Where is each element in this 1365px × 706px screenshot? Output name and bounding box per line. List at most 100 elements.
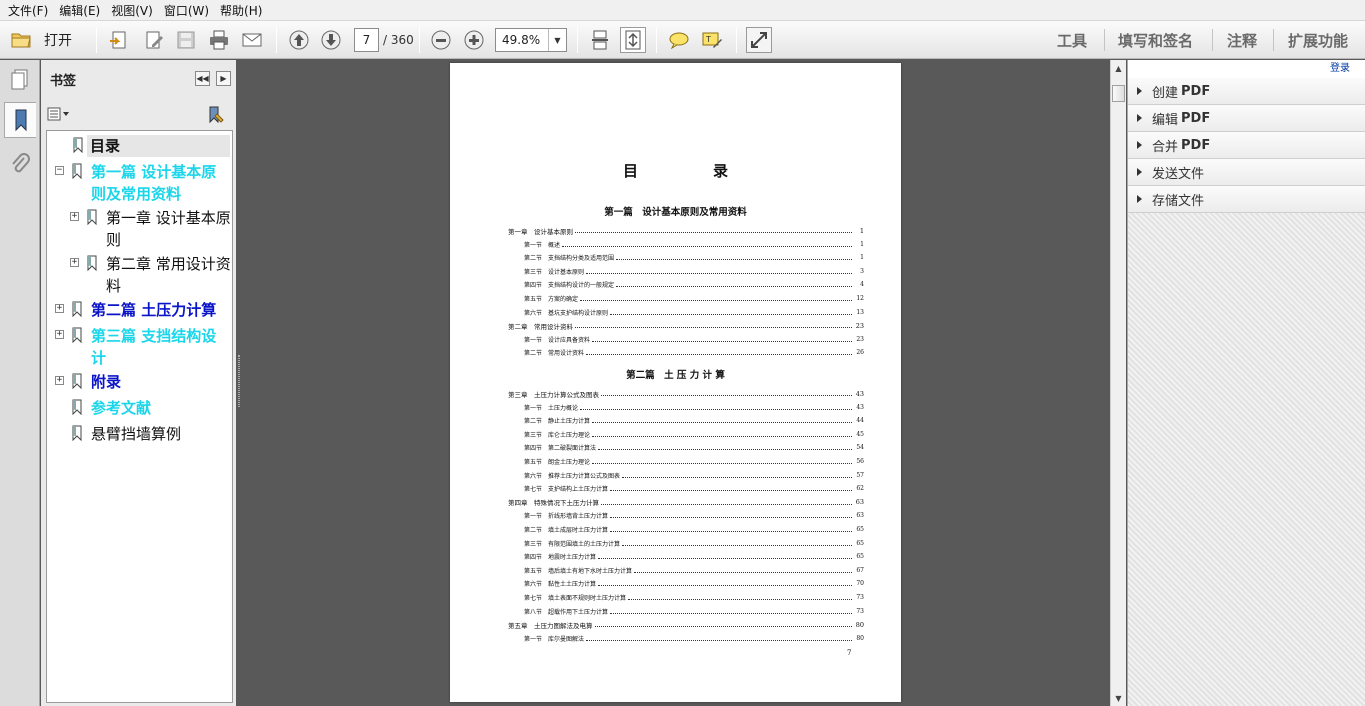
bookmark-item-contents[interactable]: 目录: [73, 135, 230, 157]
bookmark-item-example[interactable]: 悬臂挡墙算例: [47, 423, 232, 445]
tools-item[interactable]: 存储文件: [1128, 186, 1365, 213]
bookmark-item-chapter2[interactable]: + 第二章 常用设计资 料: [62, 253, 232, 297]
bookmark-icon: [73, 137, 83, 153]
toc-entry[interactable]: 第五节 方案的确定 12: [524, 292, 864, 305]
open-button[interactable]: 打开: [44, 30, 72, 50]
scroll-down-icon[interactable]: ▼: [1111, 690, 1126, 706]
save-icon[interactable]: [173, 27, 199, 53]
collapse-panel-icon[interactable]: ◀◀: [195, 71, 210, 86]
bookmark-item-chapter1[interactable]: + 第一章 设计基本原 则: [62, 207, 232, 251]
toc-entry[interactable]: 第八节 超载作用下土压力计算 73: [524, 605, 864, 618]
splitter-grip[interactable]: [238, 355, 240, 407]
expand-toggle[interactable]: +: [55, 304, 64, 313]
toc-entry[interactable]: 第三章 土压力计算公式及图表 43: [508, 387, 864, 400]
toc-entry[interactable]: 第二节 支挡结构分类及适用范围 1: [524, 251, 864, 264]
zoom-out-icon[interactable]: [428, 27, 454, 53]
menu-view[interactable]: 视图(V): [107, 2, 157, 19]
attachments-icon[interactable]: [4, 146, 36, 182]
toc-entry[interactable]: 第三节 库仑土压力理论 45: [524, 428, 864, 441]
menu-edit[interactable]: 编辑(E): [55, 2, 104, 19]
toc-entry[interactable]: 第一节 折线形墙背土压力计算 63: [524, 509, 864, 522]
open-folder-icon[interactable]: [8, 27, 34, 53]
menu-window[interactable]: 窗口(W): [160, 2, 213, 19]
bookmark-item-part1[interactable]: − 第一篇 设计基本原 则及常用资料: [47, 161, 232, 205]
full-screen-icon[interactable]: [746, 27, 772, 53]
toc-entry-page: 4: [860, 281, 864, 289]
menu-file[interactable]: 文件(F): [4, 2, 52, 19]
comment-icon[interactable]: [666, 27, 692, 53]
previous-page-icon[interactable]: [286, 27, 312, 53]
toc-entry-title: 第一节 库尔曼图解法: [524, 635, 585, 643]
toc-entry[interactable]: 第四章 特殊情况下土压力计算 63: [508, 496, 864, 509]
toc-entry[interactable]: 第四节 第二破裂面计算法 54: [524, 441, 864, 454]
page-number-input[interactable]: 7: [354, 28, 379, 52]
tools-link[interactable]: 工具: [1057, 30, 1087, 51]
print-icon[interactable]: [206, 27, 232, 53]
toc-entry[interactable]: 第一节 土压力概论 43: [524, 401, 864, 414]
bookmark-options-icon[interactable]: [47, 106, 72, 122]
toc-entry[interactable]: 第一节 概述 1: [524, 238, 864, 251]
toc-entry[interactable]: 第六节 黏性土土压力计算 70: [524, 577, 864, 590]
edit-document-icon[interactable]: [141, 27, 167, 53]
toc-entry[interactable]: 第二节 填土成层时土压力计算 65: [524, 523, 864, 536]
document-page: 目 录 第一篇 设计基本原则及常用资料 第一章 设计基本原则 1 第一节 概述 1 第二…: [450, 63, 901, 702]
collapse-toggle[interactable]: −: [55, 166, 64, 175]
page-thumbnails-icon[interactable]: [4, 62, 36, 98]
toc-entry[interactable]: 第一章 设计基本原则 1: [508, 224, 864, 237]
toc-entry[interactable]: 第二章 常用设计资料 23: [508, 319, 864, 332]
login-link[interactable]: 登录: [1128, 60, 1365, 78]
expand-toggle[interactable]: +: [70, 258, 79, 267]
bookmark-item-appendix[interactable]: + 附录: [47, 371, 232, 393]
toc-entry[interactable]: 第二节 静止土压力计算 44: [524, 414, 864, 427]
toc-entry[interactable]: 第七节 支护结构上土压力计算 62: [524, 482, 864, 495]
fill-sign-link[interactable]: 填写和签名: [1118, 30, 1193, 51]
new-bookmark-icon[interactable]: [206, 106, 226, 124]
zoom-select[interactable]: 49.8% ▼: [495, 28, 567, 52]
toc-entry[interactable]: 第六节 推荐土压力计算公式及图表 57: [524, 469, 864, 482]
toc-entry-page: 57: [856, 471, 864, 479]
bookmark-item-part2[interactable]: + 第二篇 土压力计算: [47, 299, 232, 321]
toc-entry[interactable]: 第三节 设计基本原则 3: [524, 265, 864, 278]
vertical-scrollbar[interactable]: ▲ ▼: [1110, 60, 1126, 706]
bookmark-icon: [72, 425, 82, 441]
toc-entry[interactable]: 第七节 填土表面不规则时土压力计算 73: [524, 591, 864, 604]
toc-entry[interactable]: 第四节 支挡结构设计的一般规定 4: [524, 278, 864, 291]
toc-dot-leader: [592, 435, 852, 437]
tools-item[interactable]: 创建 PDF: [1128, 78, 1365, 105]
scroll-up-icon[interactable]: ▲: [1111, 60, 1126, 76]
highlight-text-icon[interactable]: T: [699, 27, 725, 53]
toc-entry-title: 第三节 设计基本原则: [524, 268, 585, 276]
bookmark-item-part3[interactable]: + 第三篇 支挡结构设 计: [47, 325, 232, 369]
toc-entry[interactable]: 第五节 朗金土压力理论 56: [524, 455, 864, 468]
toc-entry[interactable]: 第一节 设计应具备资料 23: [524, 333, 864, 346]
toc-entry[interactable]: 第三节 有限范围填土的土压力计算 65: [524, 537, 864, 550]
next-page-icon[interactable]: [318, 27, 344, 53]
expand-panel-icon[interactable]: ▶: [216, 71, 231, 86]
expand-toggle[interactable]: +: [70, 212, 79, 221]
tools-item[interactable]: 编辑 PDF: [1128, 105, 1365, 132]
toc-entry[interactable]: 第六节 基坑支护结构设计原则 13: [524, 306, 864, 319]
toc-entry[interactable]: 第五节 墙后填土有地下水时土压力计算 67: [524, 564, 864, 577]
bookmarks-panel-icon[interactable]: [4, 102, 36, 138]
expand-toggle[interactable]: +: [55, 330, 64, 339]
toc-entry[interactable]: 第二节 常用设计资料 26: [524, 346, 864, 359]
toolbar-divider: [1104, 29, 1105, 51]
toc-entry-page: 12: [856, 295, 864, 302]
tools-item[interactable]: 发送文件: [1128, 159, 1365, 186]
email-icon[interactable]: [239, 27, 265, 53]
bookmark-item-references[interactable]: 参考文献: [47, 397, 232, 419]
tools-item[interactable]: 合并 PDF: [1128, 132, 1365, 159]
create-pdf-icon[interactable]: [106, 27, 132, 53]
toc-entry[interactable]: 第五章 土压力图解法及电算 80: [508, 618, 864, 631]
scrolling-mode-icon[interactable]: [587, 27, 613, 53]
comment-link[interactable]: 注释: [1227, 30, 1257, 51]
zoom-in-icon[interactable]: [461, 27, 487, 53]
fit-page-icon[interactable]: [620, 27, 646, 53]
expand-toggle[interactable]: +: [55, 376, 64, 385]
scroll-thumb[interactable]: [1112, 85, 1125, 102]
menu-help[interactable]: 帮助(H): [216, 2, 266, 19]
extended-link[interactable]: 扩展功能: [1288, 30, 1348, 51]
toc-entry[interactable]: 第一节 库尔曼图解法 80: [524, 632, 864, 645]
toc-entry[interactable]: 第四节 地震时土压力计算 65: [524, 550, 864, 563]
chevron-down-icon[interactable]: ▼: [548, 29, 566, 51]
